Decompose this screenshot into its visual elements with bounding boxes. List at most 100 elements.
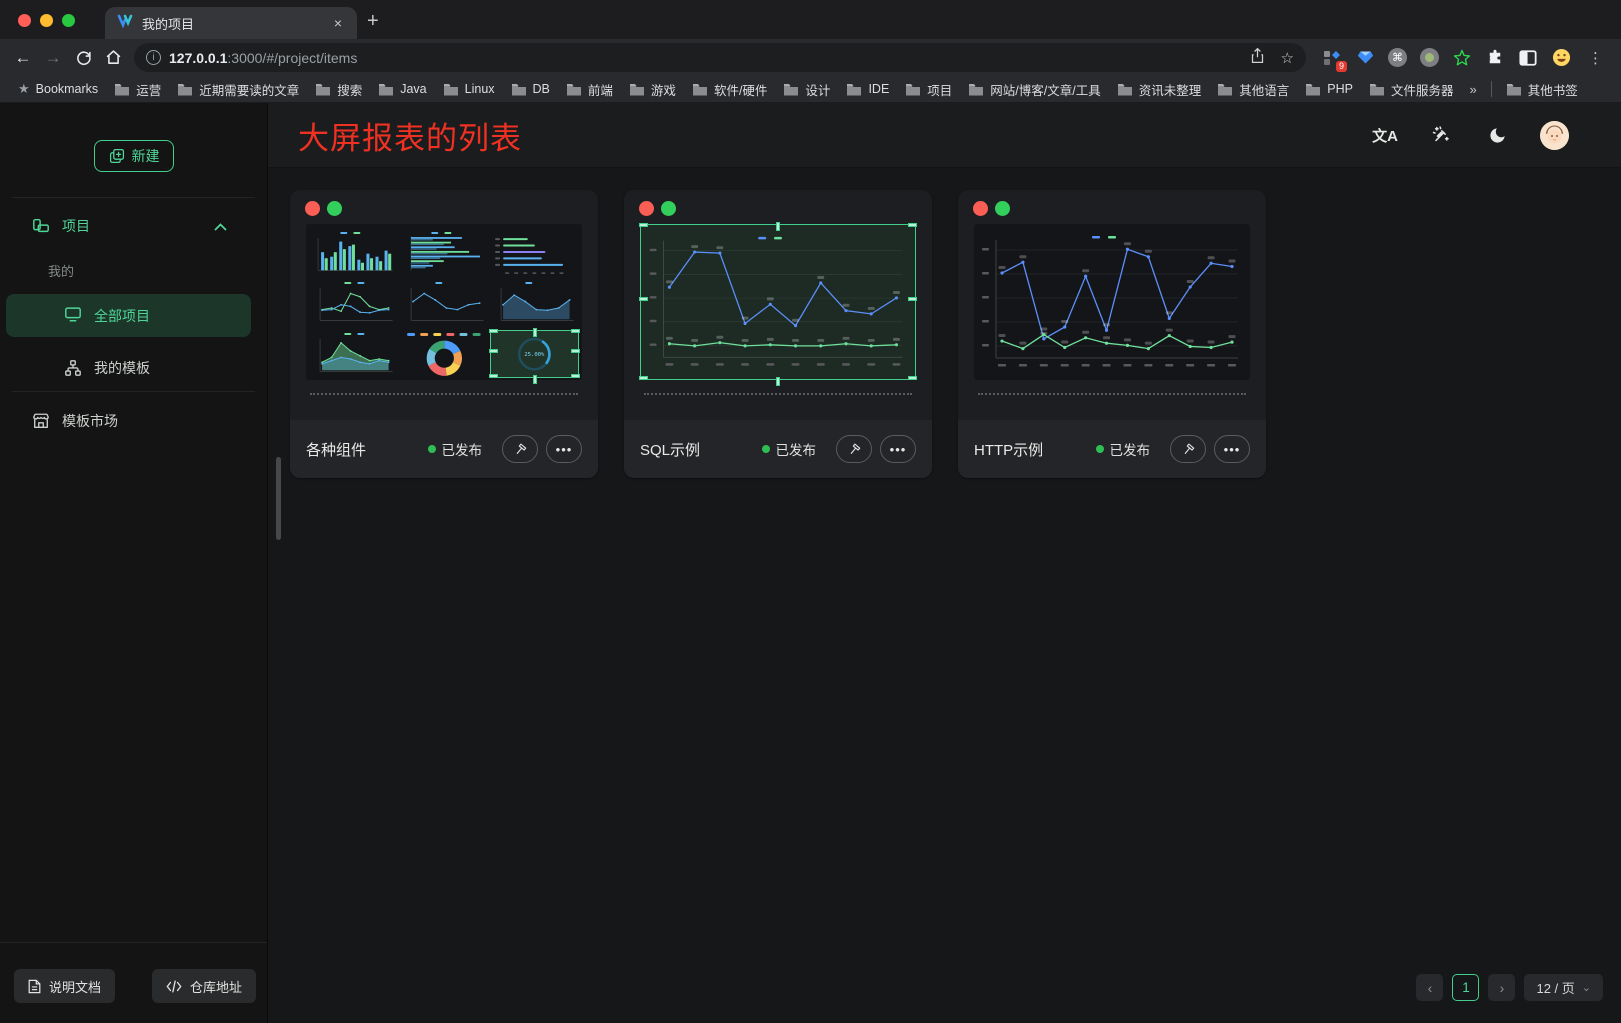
mini-chart-line2 bbox=[401, 280, 488, 326]
selection-handle[interactable] bbox=[571, 374, 580, 378]
sidebar-item-template-market[interactable]: 模板市场 bbox=[32, 401, 251, 441]
sidebar-item-my-templates[interactable]: 我的模板 bbox=[64, 348, 251, 388]
selection-handle[interactable] bbox=[908, 223, 917, 227]
selection-handle[interactable] bbox=[639, 297, 648, 301]
more-actions-button[interactable]: ••• bbox=[880, 435, 916, 463]
bookmark-folder[interactable]: IDE bbox=[840, 80, 895, 98]
emoji-extension-icon[interactable] bbox=[1551, 48, 1571, 68]
share-icon[interactable] bbox=[1250, 47, 1265, 68]
sidebar-group-mine-label: 我的 bbox=[48, 261, 74, 280]
tab-manager-extension-icon[interactable]: 9 bbox=[1322, 48, 1342, 68]
bookmarks-overflow-icon[interactable]: » bbox=[1463, 82, 1482, 97]
selection-handle[interactable] bbox=[776, 222, 780, 231]
selection-handle[interactable] bbox=[533, 328, 537, 337]
selection-handle[interactable] bbox=[639, 376, 648, 380]
bookmark-folder[interactable]: Linux bbox=[437, 80, 501, 98]
bookmark-folder[interactable]: 文件服务器 bbox=[1363, 78, 1460, 101]
bookmark-folder[interactable]: 资讯未整理 bbox=[1111, 78, 1208, 101]
selection-handle[interactable] bbox=[489, 329, 498, 333]
bookmark-folder[interactable]: DB bbox=[505, 80, 556, 98]
chevron-up-icon[interactable] bbox=[214, 218, 227, 234]
bookmark-folder[interactable]: PHP bbox=[1299, 80, 1359, 98]
mini-chart-gauge[interactable]: 25.00% bbox=[491, 331, 578, 377]
site-info-icon[interactable]: i bbox=[146, 50, 161, 65]
selection-handle[interactable] bbox=[571, 349, 580, 353]
bookmark-folder[interactable]: 前端 bbox=[560, 78, 619, 101]
back-icon[interactable]: ← bbox=[8, 43, 38, 73]
command-extension-icon[interactable]: ⌘ bbox=[1388, 48, 1407, 67]
selection-handle[interactable] bbox=[908, 376, 917, 380]
star-extension-icon[interactable] bbox=[1452, 48, 1472, 68]
next-page-button[interactable]: › bbox=[1488, 974, 1515, 1001]
project-title: 各种组件 bbox=[306, 439, 428, 460]
bookmark-folder[interactable]: 设计 bbox=[777, 78, 836, 101]
reload-icon[interactable] bbox=[68, 43, 98, 73]
selection-handle[interactable] bbox=[533, 375, 537, 384]
docs-button-label: 说明文档 bbox=[49, 977, 101, 996]
bookmark-star-icon[interactable]: ☆ bbox=[1281, 49, 1294, 67]
scrollbar-thumb[interactable] bbox=[276, 457, 281, 540]
home-icon[interactable] bbox=[98, 43, 128, 73]
bookmark-folder[interactable]: Java bbox=[372, 80, 432, 98]
docs-button[interactable]: 说明文档 bbox=[14, 969, 115, 1003]
edit-hammer-button[interactable] bbox=[836, 435, 872, 463]
recorder-extension-icon[interactable] bbox=[1420, 48, 1439, 67]
sidebar-item-all-projects[interactable]: 全部项目 bbox=[6, 294, 251, 337]
side-panel-extension-icon[interactable] bbox=[1518, 48, 1538, 68]
selection-handle[interactable] bbox=[571, 329, 580, 333]
minimize-window-button[interactable] bbox=[40, 14, 53, 27]
prev-page-button[interactable]: ‹ bbox=[1416, 974, 1443, 1001]
bookmark-folder[interactable]: 搜索 bbox=[309, 78, 368, 101]
language-icon[interactable]: 文A bbox=[1372, 122, 1398, 148]
project-thumbnail[interactable] bbox=[640, 224, 916, 380]
edit-hammer-button[interactable] bbox=[1170, 435, 1206, 463]
bookmark-folder[interactable]: 游戏 bbox=[623, 78, 682, 101]
selection-handle[interactable] bbox=[776, 377, 780, 386]
sidebar-item-all-projects-label: 全部项目 bbox=[94, 306, 150, 326]
url-text[interactable]: 127.0.0.1:3000/#/project/items bbox=[169, 50, 1242, 66]
project-card[interactable]: HTTP示例 已发布 ••• bbox=[958, 190, 1266, 478]
browser-tab[interactable]: 我的项目 × bbox=[105, 7, 357, 39]
repo-button[interactable]: 仓库地址 bbox=[152, 969, 256, 1003]
current-page-button[interactable]: 1 bbox=[1452, 974, 1479, 1001]
status-label: 已发布 bbox=[1110, 439, 1151, 459]
bookmark-folder[interactable]: 其他语言 bbox=[1211, 78, 1295, 101]
divider bbox=[0, 942, 267, 943]
project-thumbnail[interactable]: 25.00% bbox=[306, 224, 582, 380]
dark-mode-moon-icon[interactable] bbox=[1484, 122, 1510, 148]
bookmark-folder[interactable]: 网站/博客/文章/工具 bbox=[962, 78, 1106, 101]
sidebar-item-project[interactable]: 项目 bbox=[32, 206, 251, 246]
new-tab-button[interactable]: + bbox=[357, 10, 393, 39]
selection-handle[interactable] bbox=[489, 349, 498, 353]
selection-handle[interactable] bbox=[639, 223, 648, 227]
chrome-menu-icon[interactable]: ⋮ bbox=[1584, 49, 1607, 67]
close-window-button[interactable] bbox=[18, 14, 31, 27]
user-avatar[interactable] bbox=[1540, 121, 1569, 150]
extensions-puzzle-icon[interactable] bbox=[1485, 48, 1505, 68]
bookmark-folder[interactable]: 近期需要读的文章 bbox=[171, 78, 305, 101]
page-size-select[interactable]: 12 / 页 ⌄ bbox=[1524, 974, 1603, 1001]
bookmark-folder[interactable]: 运营 bbox=[108, 78, 167, 101]
forward-icon[interactable]: → bbox=[38, 43, 68, 73]
project-thumbnail[interactable] bbox=[974, 224, 1250, 380]
project-card[interactable]: SQL示例 已发布 ••• bbox=[624, 190, 932, 478]
edit-hammer-button[interactable] bbox=[502, 435, 538, 463]
bookmark-folder[interactable]: 软件/硬件 bbox=[686, 78, 773, 101]
other-bookmarks-label: 其他书签 bbox=[1528, 80, 1578, 99]
new-project-button[interactable]: 新建 bbox=[94, 140, 174, 172]
other-bookmarks-folder[interactable]: 其他书签 bbox=[1500, 78, 1584, 101]
bookmarks-manager[interactable]: ★ Bookmarks bbox=[12, 79, 104, 99]
url-bar[interactable]: i 127.0.0.1:3000/#/project/items ☆ bbox=[134, 43, 1306, 72]
project-card[interactable]: 25.00% 各种组件 已发布 bbox=[290, 190, 598, 478]
bookmark-folder[interactable]: 项目 bbox=[899, 78, 958, 101]
maximize-window-button[interactable] bbox=[62, 14, 75, 27]
gem-extension-icon[interactable] bbox=[1355, 48, 1375, 68]
magic-wand-icon[interactable] bbox=[1428, 122, 1454, 148]
mini-chart-hbar2 bbox=[491, 230, 578, 276]
more-actions-button[interactable]: ••• bbox=[546, 435, 582, 463]
tab-close-icon[interactable]: × bbox=[329, 14, 347, 32]
selection-handle[interactable] bbox=[489, 374, 498, 378]
card-footer: SQL示例 已发布 ••• bbox=[624, 420, 932, 478]
more-actions-button[interactable]: ••• bbox=[1214, 435, 1250, 463]
selection-handle[interactable] bbox=[908, 297, 917, 301]
